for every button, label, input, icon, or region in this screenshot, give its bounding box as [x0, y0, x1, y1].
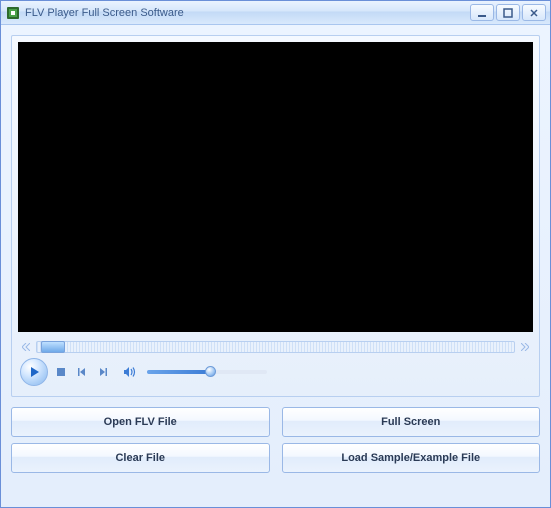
client-area: Open FLV File Full Screen Clear File Loa…: [1, 25, 550, 507]
control-row: [20, 358, 531, 386]
video-display[interactable]: [18, 42, 533, 332]
seek-forward-icon[interactable]: [519, 340, 531, 354]
window-controls: [470, 4, 546, 21]
stop-button[interactable]: [53, 364, 69, 380]
titlebar: FLV Player Full Screen Software: [1, 1, 550, 25]
volume-fill: [147, 370, 209, 374]
seek-thumb[interactable]: [41, 341, 65, 353]
close-button[interactable]: [522, 4, 546, 21]
window-title: FLV Player Full Screen Software: [25, 7, 470, 19]
seek-back-icon[interactable]: [20, 340, 32, 354]
maximize-button[interactable]: [496, 4, 520, 21]
open-flv-button[interactable]: Open FLV File: [11, 407, 270, 437]
app-window: FLV Player Full Screen Software: [0, 0, 551, 508]
volume-icon[interactable]: [122, 364, 138, 380]
volume-slider[interactable]: [147, 370, 267, 374]
next-button[interactable]: [95, 364, 111, 380]
seek-slider[interactable]: [36, 341, 515, 353]
video-frame: [11, 35, 540, 397]
full-screen-button[interactable]: Full Screen: [282, 407, 541, 437]
player-controls: [18, 336, 533, 390]
play-button[interactable]: [20, 358, 48, 386]
volume-thumb[interactable]: [205, 366, 216, 377]
seek-row: [20, 340, 531, 354]
clear-file-button[interactable]: Clear File: [11, 443, 270, 473]
prev-button[interactable]: [74, 364, 90, 380]
app-icon: [5, 5, 21, 21]
button-grid: Open FLV File Full Screen Clear File Loa…: [11, 407, 540, 473]
minimize-button[interactable]: [470, 4, 494, 21]
load-sample-button[interactable]: Load Sample/Example File: [282, 443, 541, 473]
